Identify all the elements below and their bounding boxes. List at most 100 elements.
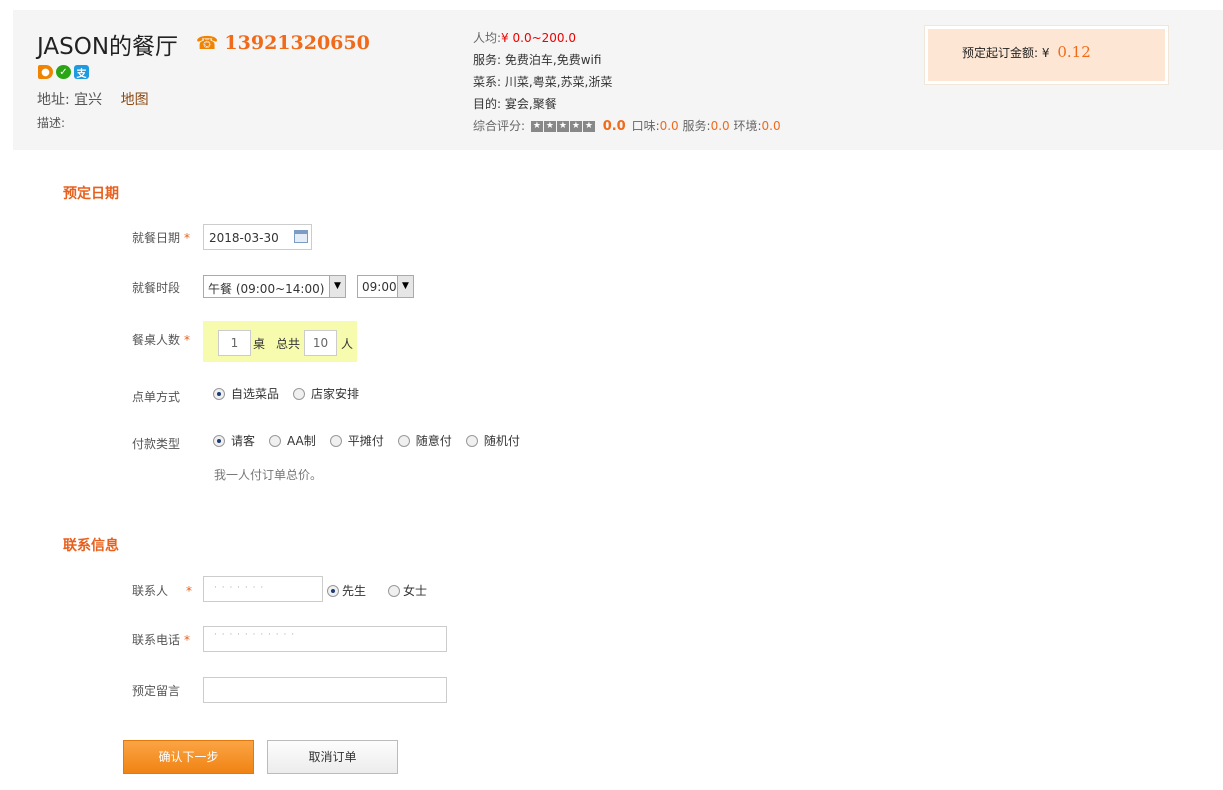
- service-row: 服务: 免费泊车,免费wifi: [473, 49, 781, 71]
- dining-time-value: 09:00: [362, 280, 397, 294]
- avg-price-row: 人均:¥ 0.0~200.0: [473, 27, 781, 49]
- dining-date-value: 2018-03-30: [209, 231, 279, 245]
- purpose-label: 目的:: [473, 97, 502, 111]
- chevron-down-icon[interactable]: ▼: [397, 276, 413, 297]
- required-mark: *: [184, 333, 191, 347]
- required-mark: *: [184, 633, 191, 647]
- contact-phone-input[interactable]: · · · · · · · · · · ·: [203, 626, 447, 652]
- contact-name-input[interactable]: · · · · · · ·: [203, 576, 323, 602]
- taste-value: 0.0: [659, 119, 679, 133]
- star-icon: ★: [543, 121, 556, 132]
- people-unit: 人: [341, 337, 354, 351]
- map-link[interactable]: 地图: [121, 92, 149, 108]
- dining-date-label-text: 就餐日期: [132, 231, 181, 245]
- contact-phone-label-text: 联系电话: [132, 633, 181, 647]
- tables-unit: 桌: [253, 337, 266, 351]
- gender-option-ms[interactable]: 女士: [388, 582, 427, 599]
- env-label: 环境:: [733, 119, 762, 133]
- service-score-value: 0.0: [710, 119, 730, 133]
- required-mark: *: [186, 584, 193, 598]
- required-mark: *: [184, 231, 191, 245]
- avg-price-label: 人均:: [473, 31, 502, 45]
- address: 地址: 宜兴 地图: [37, 89, 149, 109]
- order-method-label: 点单方式: [132, 390, 181, 404]
- calendar-icon[interactable]: [294, 230, 308, 243]
- payment-type-label: 付款类型: [132, 437, 181, 451]
- radio-button[interactable]: [293, 387, 306, 400]
- payment-type-group: 请客 AA制 平摊付 随意付 随机付: [213, 432, 534, 449]
- restaurant-name: JASON的餐厅: [37, 34, 179, 60]
- order-option-label: 自选菜品: [231, 387, 280, 401]
- restaurant-info: 人均:¥ 0.0~200.0 服务: 免费泊车,免费wifi 菜系: 川菜,粤菜…: [473, 27, 781, 138]
- pay-option-split[interactable]: 平摊付: [329, 432, 384, 449]
- pay-option-label: 随意付: [415, 434, 452, 448]
- order-option-label: 店家安排: [311, 387, 360, 401]
- payment-note: 我一人付订单总价。: [214, 468, 323, 482]
- restaurant-header: JASON的餐厅 ☎ 13921320650 ● ✓ 支 地址: 宜兴 地图 描…: [13, 10, 1223, 150]
- badge-row: ● ✓ 支: [38, 65, 89, 80]
- pay-option-treat[interactable]: 请客: [213, 432, 255, 449]
- rating-stars: ★ ★ ★ ★ ★: [530, 121, 595, 132]
- masked-value: · · · · · · ·: [214, 583, 265, 593]
- pay-option-label: 随机付: [483, 434, 520, 448]
- phone-block: ☎ 13921320650: [196, 32, 370, 54]
- radio-button[interactable]: [327, 584, 339, 597]
- dining-period-value: 午餐 (09:00~14:00): [208, 282, 325, 296]
- dining-period-select[interactable]: 午餐 (09:00~14:00) ▼: [203, 275, 346, 298]
- gender-option-mr[interactable]: 先生: [327, 582, 366, 599]
- tables-input[interactable]: 1: [218, 330, 251, 356]
- avg-price-value: ¥ 0.0~200.0: [501, 31, 576, 45]
- tag-icon: ●: [38, 65, 53, 79]
- contact-name-label: 联系人 *: [132, 582, 192, 599]
- gender-option-label: 先生: [342, 584, 367, 598]
- star-icon: ★: [582, 121, 595, 132]
- service-value: 免费泊车,免费wifi: [504, 53, 602, 67]
- order-option-restaurant[interactable]: 店家安排: [293, 385, 359, 402]
- rating-label: 综合评分:: [473, 119, 526, 133]
- radio-button[interactable]: [329, 434, 342, 447]
- address-label: 地址:: [37, 92, 70, 108]
- table-people-label: 餐桌人数 *: [132, 331, 190, 348]
- people-input[interactable]: 10: [304, 330, 337, 356]
- people-count-box: 1 桌 总共 10 人: [203, 321, 357, 362]
- rating-row: 综合评分: ★ ★ ★ ★ ★ 0.0 口味:0.0 服务:0.0 环境:0.0: [473, 115, 781, 138]
- gender-option-label: 女士: [403, 584, 428, 598]
- pay-option-label: AA制: [287, 434, 316, 448]
- radio-button[interactable]: [388, 584, 401, 597]
- radio-button[interactable]: [269, 434, 282, 447]
- dining-period-label: 就餐时段: [132, 281, 181, 295]
- pay-option-label: 平摊付: [347, 434, 384, 448]
- pay-option-random[interactable]: 随机付: [465, 432, 520, 449]
- purpose-row: 目的: 宴会,聚餐: [473, 93, 781, 115]
- star-icon: ★: [530, 121, 543, 132]
- gender-group: 先生 女士: [327, 582, 441, 599]
- radio-button[interactable]: [397, 434, 410, 447]
- description-label: 描述:: [37, 116, 66, 130]
- rating-overall: 0.0: [602, 119, 626, 134]
- chevron-down-icon[interactable]: ▼: [329, 276, 345, 297]
- order-method-group: 自选菜品 店家安排: [213, 385, 373, 402]
- taste-label: 口味:: [631, 119, 660, 133]
- pay-option-aa[interactable]: AA制: [269, 432, 316, 449]
- phone-icon: ☎: [196, 32, 219, 54]
- min-order-box: 预定起订金额: ¥ 0.12: [925, 26, 1168, 84]
- radio-button[interactable]: [213, 434, 225, 447]
- order-option-self[interactable]: 自选菜品: [213, 385, 279, 402]
- message-input[interactable]: [203, 677, 447, 703]
- cuisine-value: 川菜,粤菜,苏菜,浙菜: [504, 75, 613, 89]
- restaurant-phone: 13921320650: [224, 32, 370, 54]
- section-title-contact: 联系信息: [63, 538, 119, 554]
- cuisine-row: 菜系: 川菜,粤菜,苏菜,浙菜: [473, 71, 781, 93]
- dining-date-input[interactable]: 2018-03-30: [203, 224, 312, 250]
- radio-button[interactable]: [213, 387, 225, 400]
- address-value: 宜兴: [74, 92, 103, 108]
- purpose-value: 宴会,聚餐: [504, 97, 557, 111]
- section-title-date: 预定日期: [63, 186, 119, 202]
- min-order-text: 预定起订金额: ¥ 0.12: [962, 43, 1091, 61]
- pay-option-free[interactable]: 随意付: [397, 432, 452, 449]
- confirm-next-button[interactable]: 确认下一步: [123, 740, 254, 774]
- radio-button[interactable]: [465, 434, 478, 447]
- alipay-icon: 支: [74, 65, 89, 80]
- cancel-order-button[interactable]: 取消订单: [267, 740, 398, 774]
- dining-time-select[interactable]: 09:00 ▼: [357, 275, 414, 298]
